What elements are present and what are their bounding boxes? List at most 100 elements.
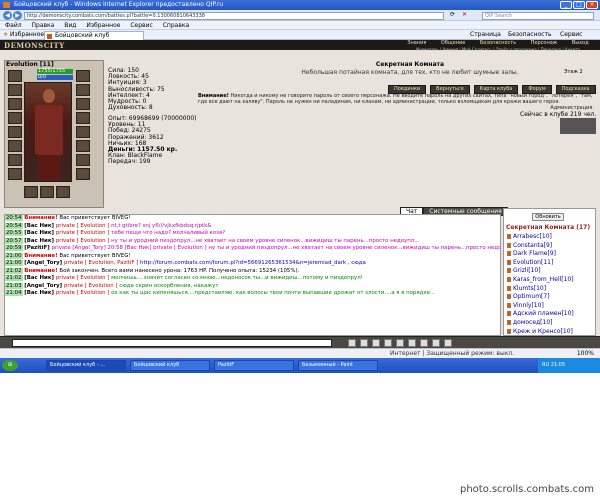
chat-message-part[interactable]: private [ Evolution ] [56,238,111,244]
chat-message-part[interactable]: private [ Evolution ] [56,275,111,281]
online-user[interactable]: Constanta[9] [507,242,595,251]
exit-chat-icon[interactable] [444,339,452,347]
chat-timestamp[interactable]: 20:54 [5,215,23,221]
equipment-slot[interactable] [24,186,38,198]
scroll-icon[interactable] [432,339,440,347]
filter-icon[interactable] [384,339,392,347]
maximize-button[interactable]: □ [573,1,585,9]
chat-input[interactable] [12,339,332,347]
chat-timestamp[interactable]: 21:02 [5,267,23,274]
menu-favorites[interactable]: Избранное [86,22,120,29]
menu-view[interactable]: Вид [64,22,76,29]
city-badge[interactable] [560,118,596,134]
online-user[interactable]: Arrabesc[10] [507,233,595,242]
menu-edit[interactable]: Правка [32,22,55,29]
online-user[interactable]: Dark Flame[9] [507,250,595,259]
search-input[interactable]: QIP Search [482,12,594,20]
online-user[interactable]: Адский пламен[10] [507,310,595,319]
equipment-slot[interactable] [8,140,22,152]
game-sub-menu[interactable]: Инвентарь | Умения | Мой Садитесь | Отчё… [400,47,596,52]
chat-message-part[interactable]: [Angel_Tory] [24,260,64,266]
chat-timestamp[interactable]: 20:54 [5,222,23,229]
online-user[interactable]: домосед[10] [507,319,595,328]
chat-message-part[interactable]: private [ Evolution, PazitiF ] [64,260,140,266]
send-icon[interactable] [372,339,380,347]
chat-message-part[interactable]: private [ Evolution ] [64,283,119,289]
online-user[interactable]: Evolution[11] [507,259,595,268]
chat-timestamp[interactable]: 20:59 [5,245,23,251]
settings-icon[interactable] [420,339,428,347]
online-user[interactable]: Optimum[7] [507,293,595,302]
equipment-slot[interactable] [8,70,22,82]
chat-timestamp[interactable]: 20:55 [5,230,23,236]
chat-log[interactable]: 20:54 Внимание! Вас приветствует BIVEG! 2… [4,214,501,336]
equipment-slot[interactable] [40,186,54,198]
page-menu[interactable]: Страница [470,30,501,40]
taskbar-item[interactable]: Безымянный - Paint [298,360,378,371]
character-avatar[interactable] [24,82,72,182]
online-user[interactable]: Karas_from_Hell[10] [507,276,595,285]
favorites-button[interactable]: Избранное [10,30,44,40]
chat-message-part[interactable]: [Вас Ник] [24,238,56,244]
close-button[interactable]: × [586,1,598,9]
address-input[interactable]: http://demonscity.combats.com/battles.pl… [24,12,444,20]
menu-help[interactable]: Справка [163,22,189,29]
chat-timestamp[interactable]: 21:00 [5,260,23,266]
chat-message-part[interactable]: [Вас Ник] [24,230,56,236]
chat-message-part[interactable]: private [ Evolution ] [56,290,111,296]
equipment-slot[interactable] [76,154,90,166]
sound-icon[interactable] [396,339,404,347]
equipment-slot[interactable] [8,98,22,110]
menu-file[interactable]: Файл [5,22,22,29]
chat-message-part[interactable]: [Angel_Tory] [24,283,64,289]
chat-timestamp[interactable]: 21:00 [5,252,23,259]
chat-timestamp[interactable]: 21:02 [5,275,23,281]
equipment-slot[interactable] [76,140,90,152]
taskbar-item[interactable]: Бойцовский клуб [130,360,210,371]
equipment-slot[interactable] [76,126,90,138]
character-name[interactable]: Evolution [11] [6,61,54,68]
equipment-slot[interactable] [76,84,90,96]
equipment-slot[interactable] [8,168,22,180]
chat-timestamp[interactable]: 21:04 [5,290,23,296]
equipment-slot[interactable] [8,126,22,138]
chat-message-part[interactable]: [Вас Ник] [24,290,56,296]
online-user[interactable]: Klumts[10] [507,285,595,294]
chat-message-part[interactable]: [Вас Ник] [24,223,56,229]
equipment-slot[interactable] [76,112,90,124]
equipment-slot[interactable] [8,112,22,124]
browser-tab[interactable]: Бойцовский клуб [44,31,144,40]
taskbar-item[interactable]: PazitiF [214,360,294,371]
refresh-button[interactable]: Обновить [532,213,564,221]
equipment-slot[interactable] [76,168,90,180]
security-menu[interactable]: Безопасность [508,30,552,40]
tools-menu[interactable]: Сервис [560,30,582,40]
menu-tools[interactable]: Сервис [130,22,152,29]
chat-timestamp[interactable]: 21:03 [5,282,23,289]
equipment-slot[interactable] [76,98,90,110]
start-button[interactable]: ⊞ [2,360,18,371]
equipment-slot[interactable] [76,70,90,82]
chat-message-part[interactable]: private [ Evolution ] [56,223,111,229]
back-icon[interactable]: ◀ [3,11,12,20]
chat-timestamp[interactable]: 20:57 [5,237,23,244]
online-user[interactable]: Креж и Кренсо[10] [507,328,595,335]
equipment-slot[interactable] [56,186,70,198]
forward-icon[interactable]: ▶ [13,11,22,20]
refresh-icon[interactable]: ⟳ [450,11,455,18]
online-user[interactable]: Grizli[10] [507,267,595,276]
smile-icon[interactable] [348,339,356,347]
system-tray[interactable]: RU 21:05 [538,358,600,373]
chat-message-part[interactable]: private [ Evolution ] [56,230,111,236]
chat-message-part[interactable]: http://forum.combats.com/forum.pl?id=566… [140,260,366,266]
star-icon[interactable]: ★ [3,30,8,40]
clear-icon[interactable] [360,339,368,347]
minimize-button[interactable]: _ [560,1,572,9]
online-user[interactable]: Vinnly[10] [507,302,595,311]
chat-message-part[interactable]: [Вас Ник] [24,275,56,281]
chat-message-part[interactable]: [PazitiF] [24,245,51,251]
equipment-slot[interactable] [8,154,22,166]
translit-icon[interactable] [408,339,416,347]
stop-icon[interactable]: ✕ [462,11,467,18]
equipment-slot[interactable] [8,84,22,96]
